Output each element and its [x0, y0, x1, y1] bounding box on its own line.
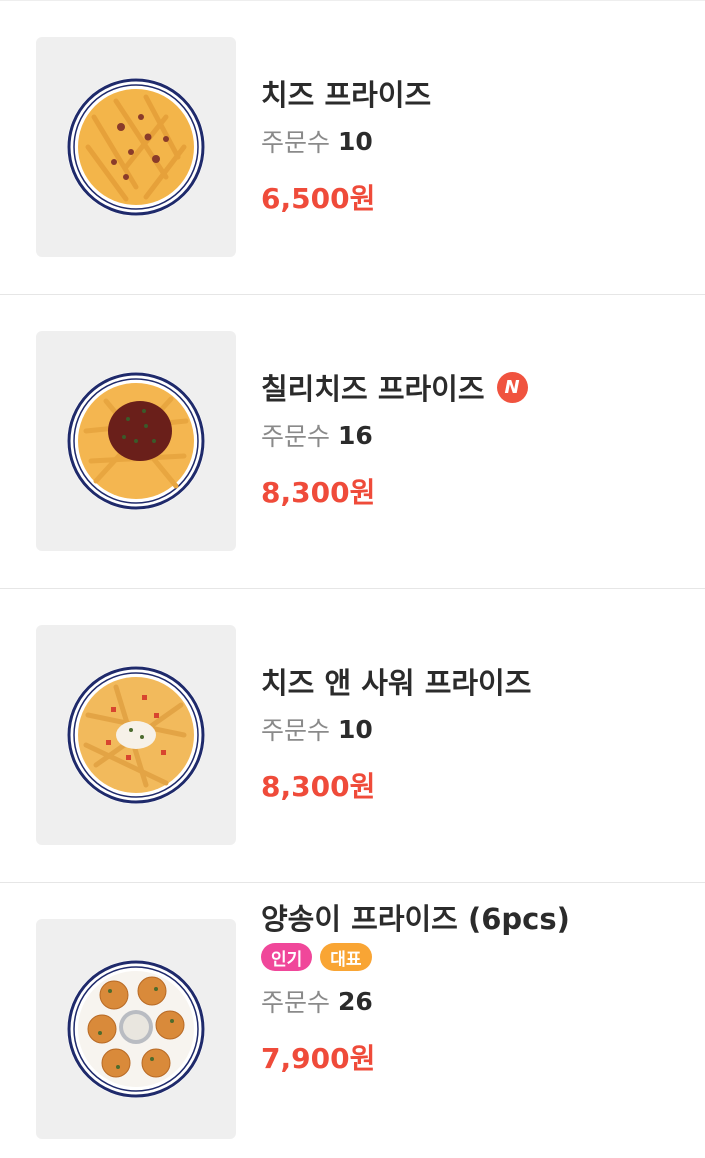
cheese-sour-fries-plate-icon [67, 666, 205, 804]
menu-item-badges: 인기 대표 [261, 943, 570, 973]
chili-cheese-fries-plate-icon [67, 372, 205, 510]
menu-item-price: 8,300원 [261, 476, 376, 509]
menu-item-name-text: 치즈 프라이즈 [261, 78, 432, 112]
menu-item-name-text: 칠리치즈 프라이즈 [261, 372, 485, 406]
order-count-value: 26 [338, 986, 373, 1016]
menu-item-price: 6,500원 [261, 182, 376, 215]
order-count-value: 16 [338, 420, 373, 450]
menu-item-info: 치즈 앤 사워 프라이즈 주문수 10 8,300원 [261, 661, 531, 805]
mushroom-fries-plate-icon [67, 960, 205, 1098]
order-count-row: 주문수 16 [261, 417, 528, 453]
signature-badge: 대표 [320, 943, 372, 971]
menu-item-name: 치즈 프라이즈 [261, 73, 431, 113]
menu-item[interactable]: 양송이 프라이즈 (6pcs) 인기 대표 주문수 26 7,900원 [0, 882, 705, 1158]
order-count-label: 주문수 [261, 716, 331, 745]
menu-item-name: 칠리치즈 프라이즈 N [261, 367, 528, 407]
cheese-fries-plate-icon [67, 78, 205, 216]
menu-item-name: 치즈 앤 사워 프라이즈 [261, 661, 531, 701]
popular-badge: 인기 [261, 943, 313, 971]
order-count-row: 주문수 10 [261, 123, 431, 159]
menu-item-image[interactable] [36, 37, 236, 257]
order-count-value: 10 [338, 714, 373, 744]
order-count-row: 주문수 10 [261, 711, 531, 747]
new-badge-icon: N [496, 371, 528, 403]
menu-item-price: 7,900원 [261, 1042, 376, 1075]
menu-item[interactable]: 칠리치즈 프라이즈 N 주문수 16 8,300원 [0, 294, 705, 588]
menu-list: 치즈 프라이즈 주문수 10 6,500원 칠리치즈 프라이즈 N 주문수 16… [0, 0, 705, 1158]
menu-item-name-text: 양송이 프라이즈 (6pcs) [261, 902, 570, 936]
order-count-value: 10 [338, 126, 373, 156]
menu-item-image[interactable] [36, 331, 236, 551]
order-count-label: 주문수 [261, 422, 331, 451]
order-count-label: 주문수 [261, 988, 331, 1017]
menu-item[interactable]: 치즈 프라이즈 주문수 10 6,500원 [0, 0, 705, 294]
menu-item-info: 칠리치즈 프라이즈 N 주문수 16 8,300원 [261, 367, 528, 511]
order-count-row: 주문수 26 [261, 983, 570, 1019]
menu-item-info: 치즈 프라이즈 주문수 10 6,500원 [261, 73, 431, 217]
menu-item[interactable]: 치즈 앤 사워 프라이즈 주문수 10 8,300원 [0, 588, 705, 882]
menu-item-image[interactable] [36, 625, 236, 845]
menu-item-image[interactable] [36, 919, 236, 1139]
menu-item-name-text: 치즈 앤 사워 프라이즈 [261, 666, 532, 700]
menu-item-info: 양송이 프라이즈 (6pcs) 인기 대표 주문수 26 7,900원 [261, 897, 570, 1077]
menu-item-price: 8,300원 [261, 770, 376, 803]
menu-item-name: 양송이 프라이즈 (6pcs) [261, 897, 570, 937]
order-count-label: 주문수 [261, 128, 331, 157]
